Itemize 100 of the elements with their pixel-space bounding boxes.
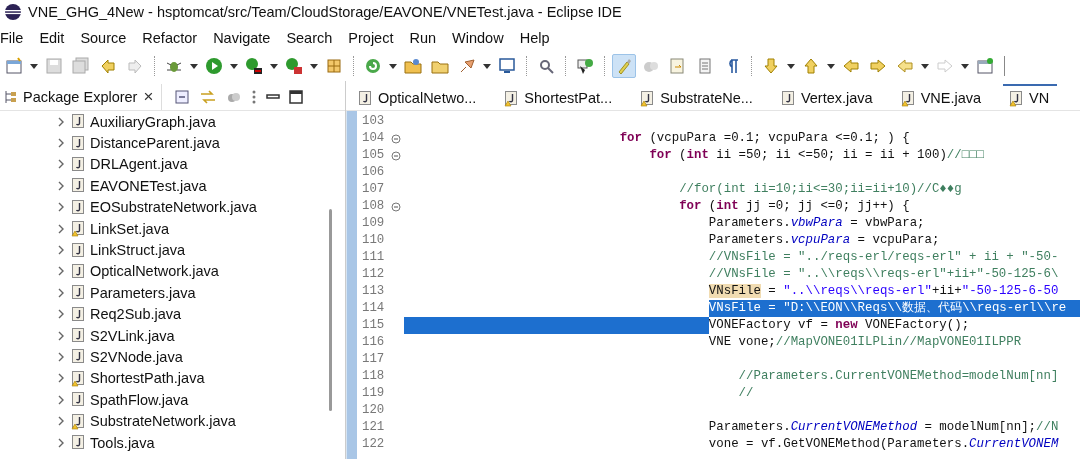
collapse-fold-icon[interactable]: [391, 150, 401, 161]
chevron-icon[interactable]: [56, 372, 66, 385]
menu-item[interactable]: Project: [348, 29, 403, 46]
left-arrow-icon: [842, 57, 860, 75]
code-line: VONEFactory vf = new VONEFactory();: [708, 317, 970, 334]
editor-tab[interactable]: Vertex.java: [774, 84, 881, 110]
editor-tab[interactable]: SubstrateNe...: [634, 84, 761, 110]
chevron-icon[interactable]: [56, 351, 66, 363]
code-line: Parameters.CurrentVONEMethod = modelNum[nn];//N: [708, 419, 1059, 436]
code-line: //: [738, 385, 754, 402]
eclipse-logo-icon: [4, 3, 22, 21]
chevron-icon[interactable]: [56, 222, 66, 235]
code-line: for (int ii =50; ii <=50; ii = ii + 100)//□□□: [649, 147, 984, 164]
file-tree-item[interactable]: SubstrateNetwork.java: [90, 413, 236, 430]
up-arrow-icon: [802, 57, 820, 75]
save-all-icon: [72, 57, 90, 75]
chevron-icon[interactable]: [56, 115, 66, 128]
file-tree-item[interactable]: OpticalNetwork.java: [90, 263, 219, 280]
caret-icon: [920, 61, 930, 71]
chevron-icon[interactable]: [56, 393, 66, 406]
code-line: //for(int ii=10;ii<=30;ii=ii+10)//C♦♦g: [679, 181, 962, 198]
chevron-icon[interactable]: [56, 265, 66, 278]
file-tree-item[interactable]: Parameters.java: [90, 284, 196, 301]
file-tree-item[interactable]: SpathFlow.java: [90, 391, 189, 408]
file-tree-item[interactable]: ShortestPath.java: [90, 370, 205, 387]
chevron-icon[interactable]: [56, 286, 66, 299]
panel-title[interactable]: Package Explorer: [23, 89, 138, 105]
chevron-icon[interactable]: [56, 415, 66, 428]
line-number: 117: [361, 351, 386, 368]
menu-item[interactable]: Edit: [39, 29, 74, 46]
line-number: 113: [361, 283, 386, 300]
maximize-icon: [289, 90, 304, 104]
run-icon: [205, 57, 223, 75]
menu-item[interactable]: Source: [80, 29, 136, 46]
line-number: 109: [361, 215, 386, 232]
chevron-icon[interactable]: [56, 436, 66, 449]
file-tree-item[interactable]: Tools.java: [90, 434, 155, 451]
window-title: VNE_GHG_4New - hsptomcat/src/Team/CloudStorage/EAVONE/VNETest.java - Eclipse IDE: [28, 4, 622, 20]
caret-icon: [269, 61, 279, 71]
scrollbar-thumb[interactable]: [329, 209, 332, 411]
line-number: 106: [361, 164, 386, 181]
line-number: 111: [361, 249, 386, 266]
editor-tab[interactable]: VN: [1003, 84, 1058, 110]
menu-item[interactable]: Run: [409, 29, 446, 46]
chevron-icon[interactable]: [56, 308, 66, 321]
editor-tab[interactable]: VNE.java: [894, 84, 990, 110]
search-icon: [537, 57, 555, 75]
file-tree-item[interactable]: LinkSet.java: [90, 220, 169, 237]
caret-icon: [29, 61, 39, 71]
chevron-icon[interactable]: [56, 158, 66, 171]
menu-item[interactable]: Refactor: [142, 29, 207, 46]
line-number: 122: [361, 436, 386, 453]
line-number: 108: [361, 198, 386, 215]
file-tree-item[interactable]: EAVONETest.java: [90, 177, 207, 194]
perspective-icon: [976, 57, 994, 75]
open-folder-icon: [404, 57, 422, 75]
line-number: 104: [361, 130, 386, 147]
line-number: 120: [361, 402, 386, 419]
file-tree-item[interactable]: AuxiliaryGraph.java: [90, 113, 216, 130]
file-tree-item[interactable]: LinkStruct.java: [90, 242, 186, 259]
file-tree-item[interactable]: S2VNode.java: [90, 349, 183, 365]
editor-tab[interactable]: ShortestPat...: [498, 84, 621, 110]
collapse-fold-icon[interactable]: [391, 133, 401, 144]
caret-icon: [229, 61, 239, 71]
code-line: Parameters.vbwPara = vbwPara;: [708, 215, 925, 232]
line-number: 103: [361, 113, 386, 130]
file-tree-item[interactable]: Req2Sub.java: [90, 306, 182, 323]
monitor-icon: [498, 57, 516, 75]
menu-item[interactable]: Navigate: [213, 29, 280, 46]
redo-arrow-icon: [126, 57, 144, 75]
caret-icon: [826, 61, 836, 71]
file-tree-item[interactable]: EOSubstrateNetwork.java: [90, 199, 257, 216]
menu-item[interactable]: Search: [286, 29, 342, 46]
view-menu-icon: [251, 89, 258, 105]
menu-item[interactable]: File: [0, 29, 33, 46]
code-line: for (int jj =0; jj <=0; jj++) {: [679, 198, 910, 215]
code-line: VNE vone;//MapVONE01ILPLin//MapVONE01ILPPR: [708, 334, 1022, 351]
chevron-icon[interactable]: [56, 179, 66, 192]
file-tree-item[interactable]: DistanceParent.java: [90, 135, 220, 152]
chevron-icon[interactable]: [56, 201, 66, 214]
undo-arrow-icon: [99, 57, 117, 75]
save-icon: [45, 57, 63, 75]
file-tree-item[interactable]: DRLAgent.java: [90, 156, 188, 173]
collapse-fold-icon[interactable]: [391, 201, 401, 212]
code-line: //VNsFile = "..\\reqs\\reqs-erl"+ii+"-50-125-6\: [708, 266, 1059, 283]
chevron-icon[interactable]: [56, 137, 66, 150]
line-number: 119: [361, 385, 386, 402]
external-tool-icon: [285, 57, 303, 75]
code-line: //Parameters.CurrentVONEMethod=modelNum[nn]: [738, 368, 1059, 385]
close-button[interactable]: ×: [141, 87, 156, 107]
menu-item[interactable]: Window: [452, 29, 513, 46]
run-config-icon: [245, 57, 263, 75]
right-arrow-icon: [869, 57, 887, 75]
chevron-icon[interactable]: [56, 244, 66, 257]
file-tree-item[interactable]: S2VLink.java: [90, 327, 175, 344]
editor-tab[interactable]: OpticalNetwo...: [352, 84, 485, 110]
line-number: 121: [361, 419, 386, 436]
menu-item[interactable]: Help: [519, 29, 559, 46]
chevron-icon[interactable]: [56, 329, 66, 342]
code-line: Parameters.vcpuPara = vcpuPara;: [708, 232, 940, 249]
